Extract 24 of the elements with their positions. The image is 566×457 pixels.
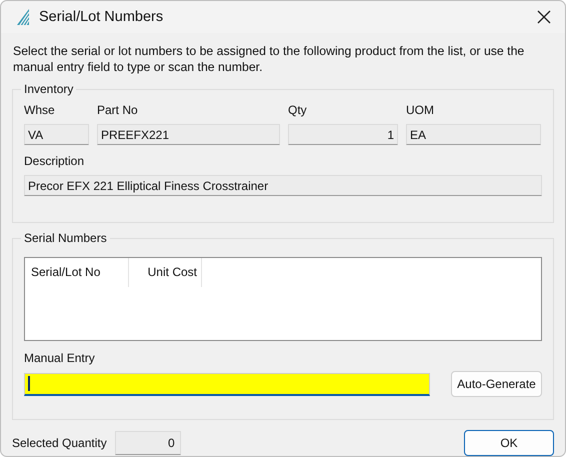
field-label: UOM bbox=[406, 103, 435, 118]
ok-button[interactable]: OK bbox=[464, 430, 554, 456]
readonly-field: PREEFX221 bbox=[97, 124, 280, 145]
field-label: Description bbox=[24, 154, 86, 169]
field-label: Manual Entry bbox=[24, 351, 96, 366]
column-header[interactable]: Serial/Lot No bbox=[25, 258, 129, 287]
group-label: Inventory bbox=[21, 82, 76, 97]
field-label: Part No bbox=[97, 103, 139, 118]
readonly-field: VA bbox=[24, 124, 89, 145]
app-logo-icon bbox=[17, 9, 31, 25]
field-label: Qty bbox=[288, 103, 308, 118]
field-label: Whse bbox=[24, 103, 56, 118]
serial-list[interactable]: Serial/Lot No Unit Cost bbox=[24, 257, 542, 341]
auto-generate-button[interactable]: Auto-Generate bbox=[451, 371, 542, 397]
readonly-field: EA bbox=[406, 124, 541, 145]
instruction-text: Select the serial or lot numbers to be assigned to the following product from the list, or use the manual entry field to type or scan the number. bbox=[13, 43, 526, 75]
manual-entry-field[interactable] bbox=[24, 372, 430, 396]
selected-quantity-field: 0 bbox=[114, 431, 181, 455]
window-title: Serial/Lot Numbers bbox=[39, 9, 164, 25]
close-icon[interactable] bbox=[537, 10, 551, 24]
field-label: Selected Quantity bbox=[12, 436, 107, 450]
column-header[interactable]: Unit Cost bbox=[129, 258, 202, 287]
description-field: Precor EFX 221 Elliptical Finess Crosstrainer bbox=[24, 175, 542, 196]
readonly-field: 1 bbox=[288, 124, 398, 145]
